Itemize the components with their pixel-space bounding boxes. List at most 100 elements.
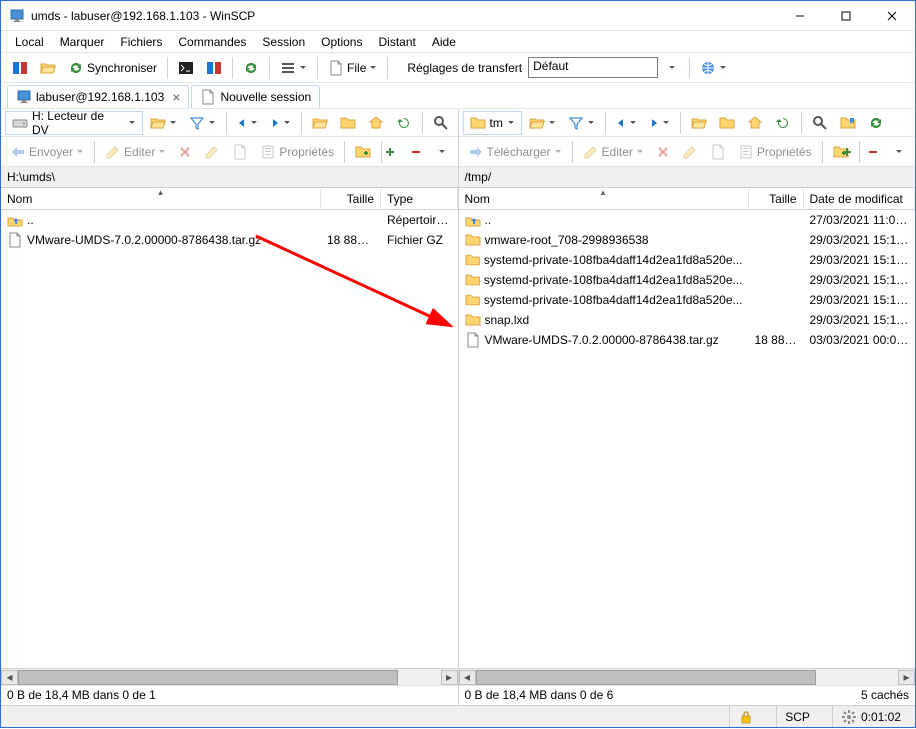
remote-rename-button[interactable] <box>677 140 703 164</box>
file-row[interactable]: vmware-root_708-299893653829/03/2021 15:… <box>459 230 916 250</box>
minimize-button[interactable] <box>777 1 823 31</box>
remote-props-button[interactable]: Propriétés <box>733 140 817 164</box>
menu-marquer[interactable]: Marquer <box>52 33 113 51</box>
toggle-panes-button[interactable] <box>7 56 33 80</box>
menu-options[interactable]: Options <box>313 33 370 51</box>
col-size[interactable]: Taille <box>749 188 804 209</box>
new-session-icon <box>200 89 216 105</box>
transfer-settings-combo[interactable]: Défaut <box>528 57 658 78</box>
remote-sync[interactable] <box>863 111 889 135</box>
remote-forward[interactable] <box>644 111 675 135</box>
remote-dir-selector[interactable]: tm <box>463 111 522 135</box>
up-icon <box>465 212 481 228</box>
transfer-settings-dropdown[interactable] <box>660 56 684 80</box>
file-menu-button[interactable]: File <box>323 56 382 80</box>
remote-columns: ▴Nom Taille Date de modificat <box>459 188 916 210</box>
remote-file-list[interactable]: ..27/03/2021 11:09:2vmware-root_708-2998… <box>459 210 916 668</box>
remote-unselectall[interactable] <box>861 140 885 164</box>
file-row[interactable]: systemd-private-108fba4daff14d2ea1fd8a52… <box>459 290 916 310</box>
file-name: systemd-private-108fba4daff14d2ea1fd8a52… <box>484 293 743 307</box>
remote-drive-bar: tm <box>459 109 916 137</box>
local-filter[interactable] <box>184 111 221 135</box>
settings-button[interactable] <box>695 56 732 80</box>
remote-edit-button[interactable]: Editer <box>578 140 649 164</box>
file-row[interactable]: systemd-private-108fba4daff14d2ea1fd8a52… <box>459 250 916 270</box>
file-date: 29/03/2021 15:10:5 <box>804 293 916 307</box>
col-size[interactable]: Taille <box>321 188 381 209</box>
local-copy-button[interactable] <box>227 140 253 164</box>
local-parent[interactable] <box>307 111 333 135</box>
file-icon <box>7 232 23 248</box>
local-newfolder-button[interactable] <box>350 140 376 164</box>
session-tab-active[interactable]: labuser@192.168.1.103 × <box>7 85 189 108</box>
session-tab-close[interactable]: × <box>172 90 180 104</box>
local-edit-button[interactable]: Editer <box>100 140 171 164</box>
file-name: systemd-private-108fba4daff14d2ea1fd8a52… <box>484 273 743 287</box>
col-type[interactable]: Type <box>381 188 458 209</box>
remote-more[interactable] <box>887 140 911 164</box>
remote-open-folder[interactable] <box>524 111 561 135</box>
session-tab-new[interactable]: Nouvelle session <box>191 85 320 108</box>
close-button[interactable] <box>869 1 915 31</box>
menu-distant[interactable]: Distant <box>370 33 423 51</box>
col-name[interactable]: ▴Nom <box>459 188 749 209</box>
local-scrollbar[interactable]: ◂▸ <box>1 668 458 685</box>
local-forward[interactable] <box>265 111 296 135</box>
local-back[interactable] <box>232 111 263 135</box>
remote-root[interactable] <box>714 111 740 135</box>
local-delete-button[interactable] <box>173 140 197 164</box>
download-button[interactable]: Télécharger <box>463 140 567 164</box>
local-props-button[interactable]: Propriétés <box>255 140 339 164</box>
local-file-list[interactable]: ..Répertoire parVMware-UMDS-7.0.2.00000-… <box>1 210 458 668</box>
remote-back[interactable] <box>611 111 642 135</box>
local-open-folder[interactable] <box>145 111 182 135</box>
local-find[interactable] <box>428 111 454 135</box>
local-selectall[interactable] <box>378 140 402 164</box>
file-row[interactable]: systemd-private-108fba4daff14d2ea1fd8a52… <box>459 270 916 290</box>
local-unselectall[interactable] <box>404 140 428 164</box>
file-row[interactable]: snap.lxd29/03/2021 15:10:5 <box>459 310 916 330</box>
upload-button[interactable]: Envoyer <box>5 140 89 164</box>
status-bar: SCP 0:01:02 <box>1 705 915 727</box>
menu-aide[interactable]: Aide <box>424 33 464 51</box>
remote-selectall[interactable] <box>835 140 859 164</box>
local-rename-button[interactable] <box>199 140 225 164</box>
file-row[interactable]: VMware-UMDS-7.0.2.00000-8786438.tar.gz 18… <box>459 330 916 350</box>
queue-button[interactable] <box>275 56 312 80</box>
remote-scrollbar[interactable]: ◂▸ <box>459 668 916 685</box>
file-name: VMware-UMDS-7.0.2.00000-8786438.tar.gz <box>485 333 719 347</box>
remote-parent[interactable] <box>686 111 712 135</box>
col-date[interactable]: Date de modificat <box>804 188 916 209</box>
file-row[interactable]: ..Répertoire par <box>1 210 458 230</box>
local-more[interactable] <box>430 140 454 164</box>
title-bar: umds - labuser@192.168.1.103 - WinSCP <box>1 1 915 31</box>
remote-delete-button[interactable] <box>651 140 675 164</box>
sync-browse-button[interactable] <box>35 56 61 80</box>
synchronize-button[interactable]: Synchroniser <box>63 56 162 80</box>
file-row[interactable]: VMware-UMDS-7.0.2.00000-8786438.tar.gz18… <box>1 230 458 250</box>
file-name: .. <box>485 213 492 227</box>
compare-button[interactable] <box>201 56 227 80</box>
session-tab-label: Nouvelle session <box>220 90 311 104</box>
col-name[interactable]: ▴Nom <box>1 188 321 209</box>
menu-fichiers[interactable]: Fichiers <box>112 33 170 51</box>
remote-home[interactable] <box>742 111 768 135</box>
file-row[interactable]: ..27/03/2021 11:09:2 <box>459 210 916 230</box>
menu-local[interactable]: Local <box>7 33 52 51</box>
local-drive-selector[interactable]: H: Lecteur de DV <box>5 111 143 135</box>
remote-bookmark[interactable] <box>835 111 861 135</box>
local-refresh[interactable] <box>391 111 417 135</box>
local-home[interactable] <box>363 111 389 135</box>
file-size: 18 881 KB <box>749 333 804 347</box>
remote-copy-button[interactable] <box>705 140 731 164</box>
local-root[interactable] <box>335 111 361 135</box>
menu-session[interactable]: Session <box>254 33 313 51</box>
console-button[interactable] <box>173 56 199 80</box>
remote-find[interactable] <box>807 111 833 135</box>
remote-filter[interactable] <box>563 111 600 135</box>
toolbar-btn-a[interactable] <box>238 56 264 80</box>
menu-commandes[interactable]: Commandes <box>170 33 254 51</box>
remote-refresh[interactable] <box>770 111 796 135</box>
file-name: systemd-private-108fba4daff14d2ea1fd8a52… <box>484 253 743 267</box>
maximize-button[interactable] <box>823 1 869 31</box>
